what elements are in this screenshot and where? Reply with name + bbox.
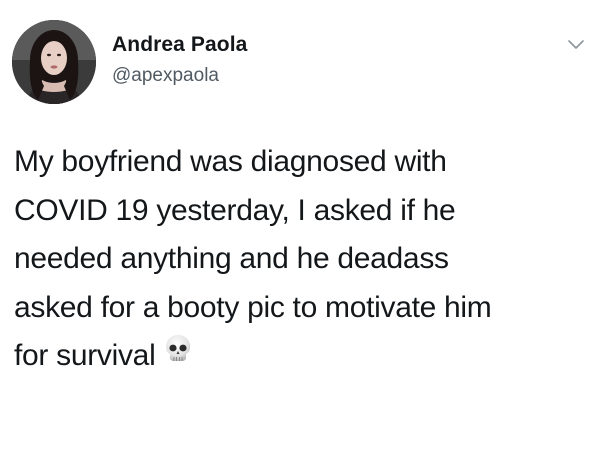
display-name[interactable]: Andrea Paola <box>112 32 247 58</box>
chevron-down-icon[interactable] <box>566 38 586 52</box>
tweet-text-line: asked for a booty pic to motivate him <box>14 290 492 324</box>
tweet-text-last-line: for survival <box>14 332 586 381</box>
tweet-text: My boyfriend was diagnosed with COVID 19… <box>14 138 586 381</box>
user-info: Andrea Paola @apexpaola <box>112 32 247 88</box>
avatar[interactable] <box>12 20 96 104</box>
tweet-text-line: for survival <box>14 339 156 372</box>
skull-emoji-icon <box>163 330 193 379</box>
tweet-card: Andrea Paola @apexpaola My boyfriend was… <box>0 0 600 452</box>
tweet-text-line: My boyfriend was diagnosed with <box>14 145 447 178</box>
handle[interactable]: @apexpaola <box>112 64 247 88</box>
tweet-text-line: needed anything and he deadass <box>14 242 449 275</box>
tweet-text-line: COVID 19 yesterday, I asked if he <box>14 193 456 227</box>
